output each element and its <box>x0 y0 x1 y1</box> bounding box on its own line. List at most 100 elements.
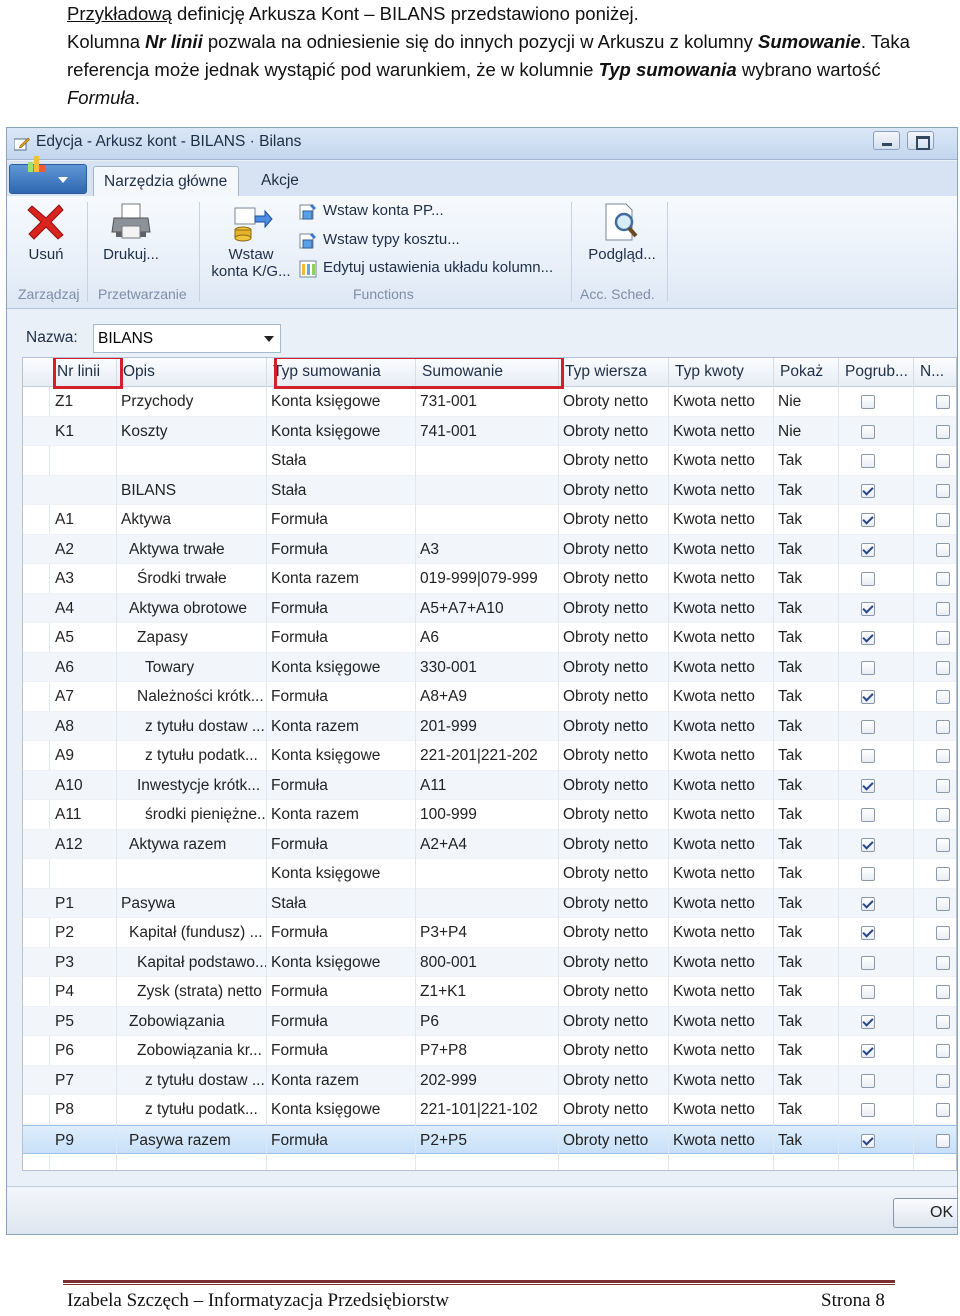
checkbox-bold[interactable] <box>861 808 875 822</box>
cell-totaling-type[interactable]: Konta księgowe <box>267 417 416 446</box>
cell-show[interactable]: Tak <box>774 741 839 770</box>
cell-line-no[interactable]: P1 <box>51 889 117 918</box>
delete-button[interactable]: Usuń <box>19 202 73 263</box>
table-row[interactable]: P3 Kapitał podstawo... Konta księgowe 800-0… <box>23 947 956 977</box>
cell-row-type[interactable]: Obroty netto <box>559 505 669 534</box>
cell-description[interactable]: Zobowiązania kr... <box>133 1036 267 1065</box>
cell-totaling[interactable]: A8+A9 <box>416 682 559 711</box>
cell-totaling[interactable]: Z1+K1 <box>416 977 559 1006</box>
cell-amount-type[interactable]: Kwota netto <box>669 977 774 1006</box>
table-row[interactable]: A4 Aktywa obrotowe Formuła A5+A7+A10 Obroty … <box>23 593 956 623</box>
checkbox-bold[interactable] <box>861 1044 875 1058</box>
cell-row-type[interactable]: Obroty netto <box>559 1036 669 1065</box>
cell-line-no[interactable] <box>51 476 117 505</box>
cell-description[interactable]: środki pieniężne... <box>141 800 267 829</box>
cell-amount-type[interactable]: Kwota netto <box>669 446 774 475</box>
checkbox-n[interactable] <box>936 719 950 734</box>
cell-totaling-type[interactable]: Formuła <box>267 1007 416 1036</box>
cell-row-type[interactable]: Obroty netto <box>559 623 669 652</box>
cell-amount-type[interactable]: Kwota netto <box>669 948 774 977</box>
cell-line-no[interactable]: P6 <box>51 1036 117 1065</box>
cell-amount-type[interactable]: Kwota netto <box>669 918 774 947</box>
cell-line-no[interactable]: A9 <box>51 741 117 770</box>
cell-show[interactable]: Tak <box>774 800 839 829</box>
cell-show[interactable]: Tak <box>774 446 839 475</box>
cell-row-type[interactable]: Obroty netto <box>559 476 669 505</box>
cell-line-no[interactable]: A10 <box>51 771 117 800</box>
cell-description[interactable]: Przychody <box>117 387 267 416</box>
print-button[interactable]: Drukuj... <box>95 202 167 263</box>
cell-description[interactable]: Środki trwałe <box>133 564 267 593</box>
cell-amount-type[interactable]: Kwota netto <box>669 653 774 682</box>
checkbox-bold[interactable] <box>861 631 875 645</box>
ok-button[interactable]: OK <box>893 1198 957 1228</box>
checkbox-n[interactable] <box>936 424 950 439</box>
column-header-amount-type[interactable]: Typ kwoty <box>669 358 774 387</box>
checkbox-n[interactable] <box>936 1044 950 1058</box>
checkbox-bold[interactable] <box>861 395 875 409</box>
column-header-show[interactable]: Pokaż <box>774 358 839 387</box>
cell-totaling[interactable]: P7+P8 <box>416 1036 559 1065</box>
cell-totaling-type[interactable]: Formuła <box>267 1126 416 1155</box>
cell-description[interactable]: Kapitał podstawo... <box>133 948 267 977</box>
cell-amount-type[interactable]: Kwota netto <box>669 859 774 888</box>
cell-totaling-type[interactable]: Konta księgowe <box>267 948 416 977</box>
checkbox-n[interactable] <box>936 778 950 793</box>
cell-totaling[interactable]: A6 <box>416 623 559 652</box>
cell-amount-type[interactable]: Kwota netto <box>669 771 774 800</box>
cell-row-type[interactable]: Obroty netto <box>559 741 669 770</box>
cell-description[interactable]: Pasywa razem <box>125 1126 267 1155</box>
cell-description[interactable]: BILANS <box>117 476 267 505</box>
cell-totaling[interactable] <box>416 889 559 918</box>
table-row[interactable]: A6 Towary Konta księgowe 330-001 Obroty nett… <box>23 652 956 682</box>
cell-totaling[interactable] <box>416 859 559 888</box>
cell-amount-type[interactable]: Kwota netto <box>669 682 774 711</box>
cell-line-no[interactable]: A5 <box>51 623 117 652</box>
checkbox-bold[interactable] <box>861 513 875 527</box>
checkbox-bold[interactable] <box>861 867 875 881</box>
cell-amount-type[interactable]: Kwota netto <box>669 1066 774 1095</box>
cell-totaling[interactable]: A5+A7+A10 <box>416 594 559 623</box>
cell-amount-type[interactable]: Kwota netto <box>669 476 774 505</box>
cell-row-type[interactable]: Obroty netto <box>559 653 669 682</box>
table-row[interactable]: P1 Pasywa Stała Obroty netto Kwota netto Tak <box>23 888 956 918</box>
cell-show[interactable]: Tak <box>774 1095 839 1124</box>
cell-row-type[interactable]: Obroty netto <box>559 1066 669 1095</box>
checkbox-bold[interactable] <box>861 542 875 557</box>
cell-totaling[interactable]: A11 <box>416 771 559 800</box>
cell-row-type[interactable]: Obroty netto <box>559 1007 669 1036</box>
cell-line-no[interactable]: K1 <box>51 417 117 446</box>
cell-line-no[interactable]: A1 <box>51 505 117 534</box>
checkbox-n[interactable] <box>936 660 950 675</box>
cell-amount-type[interactable]: Kwota netto <box>669 830 774 859</box>
cell-line-no[interactable]: A4 <box>51 594 117 623</box>
cell-show[interactable]: Tak <box>774 1126 839 1155</box>
cell-row-type[interactable]: Obroty netto <box>559 918 669 947</box>
cell-totaling[interactable]: 100-999 <box>416 800 559 829</box>
cell-amount-type[interactable]: Kwota netto <box>669 712 774 741</box>
cell-show[interactable]: Tak <box>774 1066 839 1095</box>
checkbox-bold[interactable] <box>861 1073 875 1088</box>
cell-totaling[interactable]: 201-999 <box>416 712 559 741</box>
cell-line-no[interactable]: P2 <box>51 918 117 947</box>
table-row[interactable]: A10 Inwestycje krótk... Formuła A11 Obroty n… <box>23 770 956 800</box>
cell-row-type[interactable]: Obroty netto <box>559 800 669 829</box>
cell-totaling-type[interactable]: Konta razem <box>267 564 416 593</box>
cell-line-no[interactable]: A7 <box>51 682 117 711</box>
preview-button[interactable]: Podgląd... <box>581 202 663 263</box>
cell-totaling[interactable]: A3 <box>416 535 559 564</box>
checkbox-n[interactable] <box>936 395 950 409</box>
cell-amount-type[interactable]: Kwota netto <box>669 623 774 652</box>
cell-totaling-type[interactable]: Konta razem <box>267 800 416 829</box>
cell-description[interactable]: Inwestycje krótk... <box>133 771 267 800</box>
cell-description[interactable]: Zobowiązania <box>125 1007 267 1036</box>
cell-totaling[interactable] <box>416 505 559 534</box>
cell-amount-type[interactable]: Kwota netto <box>669 800 774 829</box>
cell-totaling-type[interactable]: Formuła <box>267 1036 416 1065</box>
cell-totaling-type[interactable]: Formuła <box>267 594 416 623</box>
cell-amount-type[interactable]: Kwota netto <box>669 889 774 918</box>
cell-row-type[interactable]: Obroty netto <box>559 446 669 475</box>
cell-show[interactable]: Nie <box>774 387 839 416</box>
cell-row-type[interactable]: Obroty netto <box>559 594 669 623</box>
cell-row-type[interactable]: Obroty netto <box>559 977 669 1006</box>
